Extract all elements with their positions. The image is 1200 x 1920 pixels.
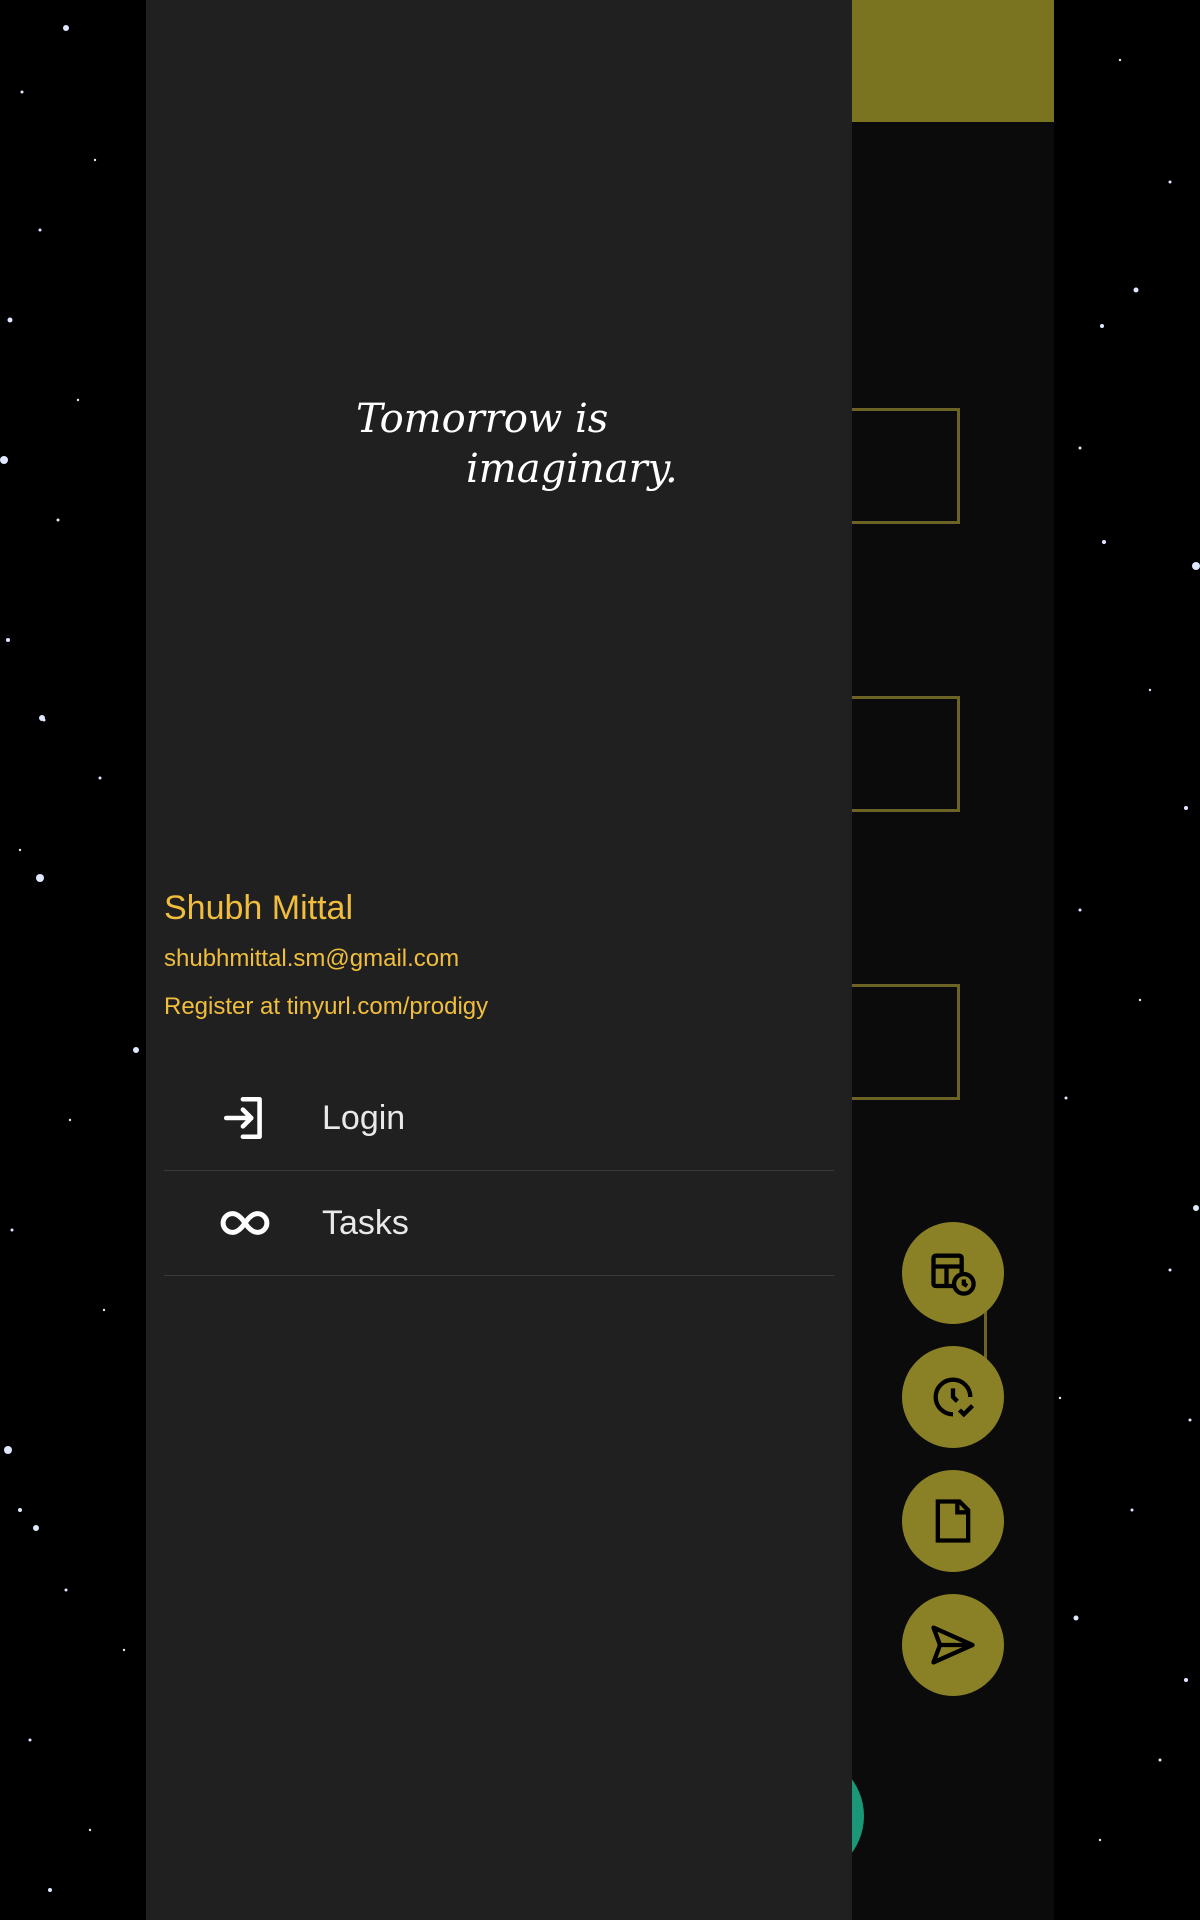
menu-item-label: Tasks (322, 1203, 409, 1242)
quote-line-1: Tomorrow is (356, 396, 608, 442)
user-email: shubhmittal.sm@gmail.com (164, 945, 460, 972)
user-name: Shubh Mittal (164, 889, 353, 927)
menu-item-tasks[interactable]: Tasks (164, 1171, 834, 1276)
drawer-menu: Login Tasks (164, 1066, 834, 1276)
quote-header-image: Tomorrow is imaginary. (356, 396, 678, 492)
navigation-drawer: Tomorrow is imaginary. Shubh Mittal shub… (146, 0, 852, 1920)
infinity-icon (220, 1211, 270, 1235)
menu-item-login[interactable]: Login (164, 1066, 834, 1171)
note-icon (935, 1499, 971, 1543)
register-link[interactable]: Register at tinyurl.com/prodigy (164, 992, 488, 1022)
send-icon (931, 1625, 975, 1665)
quote-line-2: imaginary. (466, 446, 678, 492)
table-schedule-icon (931, 1253, 976, 1296)
login-icon (223, 1096, 262, 1140)
table-schedule-fab[interactable] (902, 1222, 1004, 1324)
menu-item-label: Login (322, 1098, 406, 1137)
send-fab[interactable] (902, 1594, 1004, 1696)
note-fab[interactable] (902, 1470, 1004, 1572)
clock-check-icon (933, 1377, 975, 1418)
clock-check-fab[interactable] (902, 1346, 1004, 1448)
user-profile: Shubh Mittal shubhmittal.sm@gmail.com Re… (164, 886, 488, 1022)
